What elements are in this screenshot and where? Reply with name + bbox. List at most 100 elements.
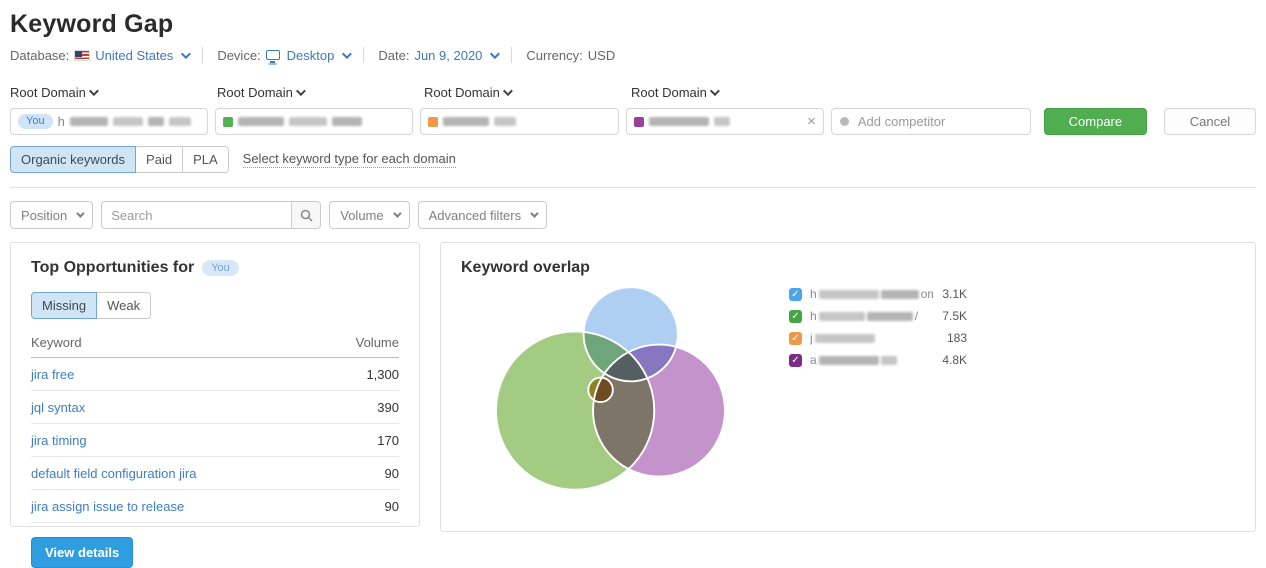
chevron-down-icon: [89, 86, 99, 96]
compare-button[interactable]: Compare: [1044, 108, 1147, 135]
root-domain-selector-3[interactable]: Root Domain: [424, 85, 624, 100]
table-row: jira timing 170: [31, 424, 399, 457]
keyword-type-pla[interactable]: PLA: [182, 146, 229, 173]
redacted-domain-prefix: a: [810, 353, 817, 367]
root-domain-selector-2[interactable]: Root Domain: [217, 85, 417, 100]
keyword-type-organic[interactable]: Organic keywords: [10, 146, 136, 173]
opportunity-type-tabs: Missing Weak: [31, 292, 151, 319]
chevron-down-icon: [530, 209, 538, 217]
root-domain-selector-4[interactable]: Root Domain: [631, 85, 831, 100]
legend-value: 3.1K: [933, 287, 967, 301]
add-competitor-field[interactable]: [831, 108, 1031, 135]
legend-domain: j: [810, 331, 933, 345]
section-divider: [10, 187, 1256, 188]
domain-input-3[interactable]: [420, 108, 618, 135]
domain-color-marker: [634, 117, 644, 127]
chevron-down-icon: [393, 209, 401, 217]
domain-color-marker: [428, 117, 438, 127]
volume-value: 90: [385, 499, 399, 514]
date-value[interactable]: Jun 9, 2020: [414, 48, 497, 63]
legend-checkbox-purple[interactable]: ✓: [789, 354, 802, 367]
database-value[interactable]: United States: [95, 48, 188, 63]
column-header-keyword: Keyword: [31, 335, 82, 350]
keyword-type-paid[interactable]: Paid: [135, 146, 183, 173]
domain-input-4[interactable]: ×: [626, 108, 824, 135]
us-flag-icon: [74, 50, 90, 61]
keyword-link[interactable]: default field configuration jira: [31, 466, 197, 481]
domain-comparison-bar: Root Domain Root Domain Root Domain Root…: [10, 85, 1256, 135]
keyword-overlap-card: Keyword overlap: [440, 242, 1256, 532]
redacted-domain: [494, 117, 516, 126]
device-value[interactable]: Desktop: [287, 48, 350, 63]
domain-input-you[interactable]: You h: [10, 108, 208, 135]
redacted-domain: [867, 312, 913, 321]
tab-weak[interactable]: Weak: [96, 292, 151, 319]
search-icon: [300, 209, 313, 222]
chevron-down-icon: [296, 86, 306, 96]
chevron-down-icon: [181, 49, 191, 59]
volume-value: 90: [385, 466, 399, 481]
volume-filter-dropdown[interactable]: Volume: [329, 201, 409, 229]
legend-value: 183: [933, 331, 967, 345]
clear-domain-icon[interactable]: ×: [807, 114, 816, 129]
separator: [511, 47, 512, 63]
keyword-type-hint[interactable]: Select keyword type for each domain: [243, 151, 456, 168]
table-row: jira assign issue to release 90: [31, 490, 399, 523]
view-details-button[interactable]: View details: [31, 537, 133, 568]
currency-label: Currency:: [526, 48, 582, 63]
redacted-domain: [70, 117, 108, 126]
legend-checkbox-orange[interactable]: ✓: [789, 332, 802, 345]
advanced-filters-dropdown[interactable]: Advanced filters: [418, 201, 548, 229]
redacted-domain: [113, 117, 143, 126]
tab-missing[interactable]: Missing: [31, 292, 97, 319]
keyword-link[interactable]: jira timing: [31, 433, 87, 448]
redacted-domain: [238, 117, 284, 126]
table-row: jql syntax 390: [31, 391, 399, 424]
database-selector[interactable]: Database: United States: [10, 48, 188, 63]
keyword-link[interactable]: jira assign issue to release: [31, 499, 184, 514]
legend-domain: h /: [810, 309, 933, 323]
legend-checkbox-green[interactable]: ✓: [789, 310, 802, 323]
add-competitor-input[interactable]: [831, 108, 1031, 135]
volume-value: 170: [377, 433, 399, 448]
redacted-domain-suffix: /: [915, 309, 918, 323]
legend-item: ✓ h / 7.5K: [789, 305, 967, 327]
you-badge: You: [18, 114, 53, 129]
root-domain-selector-1[interactable]: Root Domain: [10, 85, 210, 100]
chevron-down-icon: [503, 86, 513, 96]
legend-item: ✓ a 4.8K: [789, 349, 967, 371]
search-button[interactable]: [291, 201, 321, 229]
you-badge: You: [202, 260, 239, 276]
separator: [363, 47, 364, 63]
legend-checkbox-blue[interactable]: ✓: [789, 288, 802, 301]
keyword-link[interactable]: jql syntax: [31, 400, 85, 415]
redacted-domain: [148, 117, 164, 126]
keyword-link[interactable]: jira free: [31, 367, 74, 382]
overlap-legend: ✓ h om/ 3.1K ✓ h /: [789, 283, 967, 371]
database-label: Database:: [10, 48, 69, 63]
redacted-domain-prefix: h: [810, 287, 817, 301]
top-opportunities-card: Top Opportunities for You Missing Weak K…: [10, 242, 420, 527]
table-row: jira free 1,300: [31, 358, 399, 391]
keyword-overlap-venn-diagram[interactable]: [471, 273, 781, 518]
position-filter-dropdown[interactable]: Position: [10, 201, 93, 229]
device-label: Device:: [217, 48, 260, 63]
date-selector[interactable]: Date: Jun 9, 2020: [378, 48, 497, 63]
domain-input-2[interactable]: [215, 108, 413, 135]
cancel-button[interactable]: Cancel: [1164, 108, 1256, 135]
legend-value: 7.5K: [933, 309, 967, 323]
device-selector[interactable]: Device: Desktop: [217, 48, 349, 63]
volume-value: 390: [377, 400, 399, 415]
legend-domain: h om/: [810, 287, 933, 301]
search-input[interactable]: [101, 201, 291, 229]
chevron-down-icon: [342, 49, 352, 59]
redacted-domain: [815, 334, 875, 343]
filters-bar: Position Volume Advanced filters: [10, 201, 1256, 229]
chevron-down-icon: [490, 49, 500, 59]
currency-value: USD: [588, 48, 615, 63]
opportunities-table: Keyword Volume jira free 1,300 jql synta…: [31, 335, 399, 523]
legend-item: ✓ j 183: [789, 327, 967, 349]
volume-value: 1,300: [366, 367, 399, 382]
redacted-domain-prefix: j: [810, 331, 813, 345]
keyword-type-segmented-control: Organic keywords Paid PLA: [10, 146, 229, 173]
